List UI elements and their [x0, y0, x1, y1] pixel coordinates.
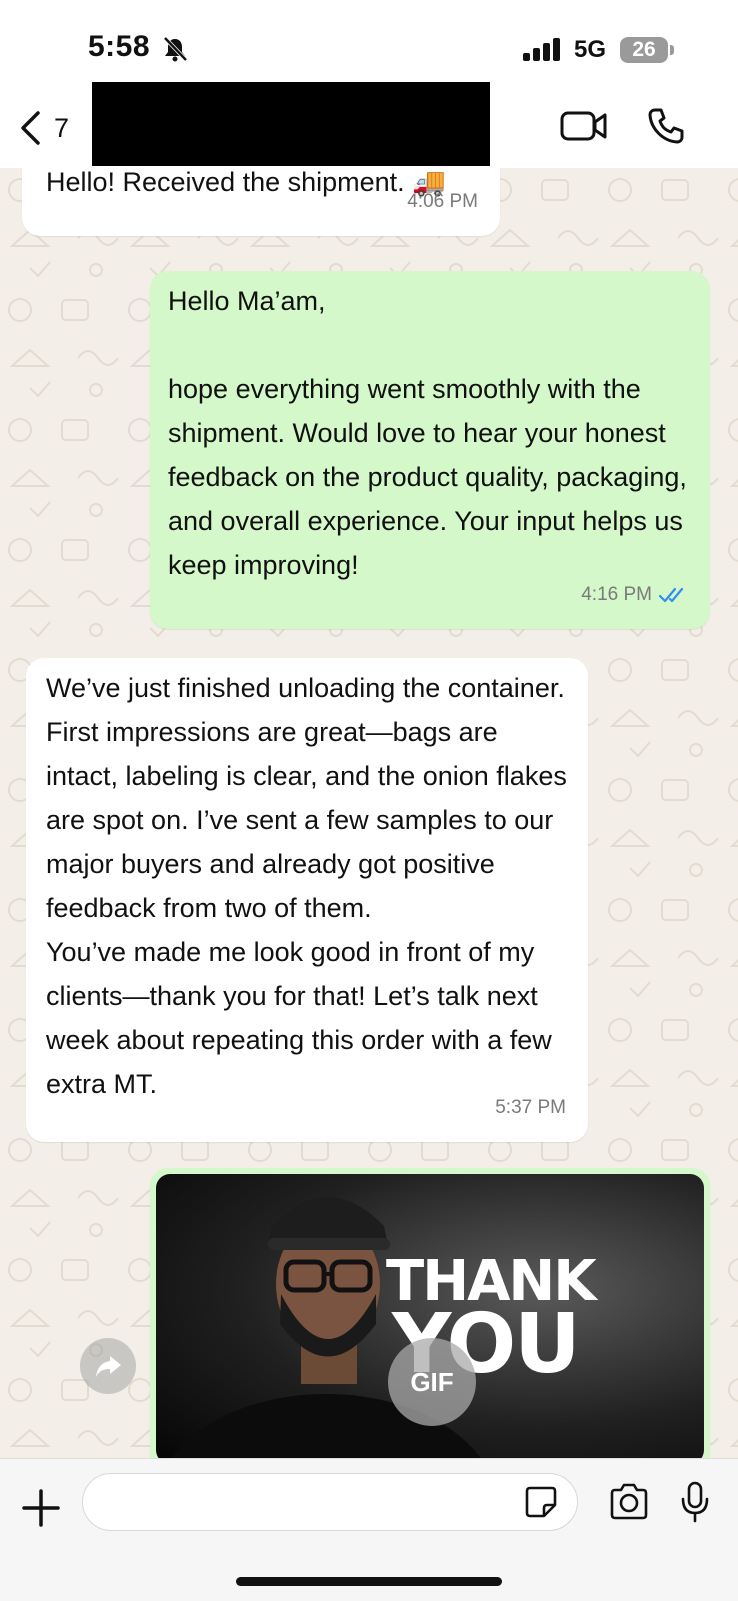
gif-message-outgoing[interactable]: THANK YOU GIF — [150, 1168, 710, 1458]
message-input[interactable] — [82, 1473, 578, 1531]
forward-icon — [96, 1356, 121, 1377]
message-bubble-outgoing[interactable]: Hello Ma’am, hope everything went smooth… — [150, 271, 710, 629]
message-bubble-incoming[interactable]: We’ve just finished unloading the contai… — [26, 658, 588, 1142]
phone-icon[interactable] — [646, 106, 686, 146]
chat-area[interactable]: Hello! Received the shipment. 🚚 4:06 PM … — [0, 168, 738, 1458]
battery-indicator: 26 — [620, 37, 668, 63]
message-meta: 4:06 PM — [407, 180, 478, 224]
network-type: 5G — [574, 36, 607, 63]
home-indicator[interactable] — [236, 1577, 502, 1586]
battery-tip — [670, 45, 674, 55]
forward-button[interactable] — [80, 1338, 136, 1394]
message-time: 4:06 PM — [407, 191, 478, 212]
microphone-icon[interactable] — [680, 1481, 710, 1523]
gif-play-badge[interactable]: GIF — [388, 1338, 476, 1426]
chat-header: 7 — [0, 82, 738, 169]
message-text: Hello Ma’am, hope everything went smooth… — [168, 286, 687, 580]
message-meta: 5:37 PM — [495, 1086, 566, 1130]
camera-icon[interactable] — [608, 1483, 650, 1521]
message-bubble-incoming[interactable]: Hello! Received the shipment. 🚚 4:06 PM — [22, 168, 500, 236]
contact-name-redacted[interactable] — [92, 82, 490, 166]
double-check-icon — [658, 587, 684, 603]
sticker-icon[interactable] — [524, 1485, 558, 1519]
status-bar: 5:58 5G 26 — [0, 0, 738, 82]
chevron-left-icon — [21, 111, 40, 145]
message-text: We’ve just finished unloading the contai… — [46, 673, 567, 1099]
status-time: 5:58 — [88, 30, 151, 63]
gif-preview[interactable]: THANK YOU GIF — [156, 1174, 704, 1458]
composer-bar — [0, 1458, 738, 1601]
signal-icon — [523, 38, 560, 61]
message-meta: 4:16 PM — [581, 573, 688, 617]
unread-chats-count: 7 — [54, 112, 70, 143]
message-time: 5:37 PM — [495, 1097, 566, 1118]
plus-icon[interactable] — [20, 1487, 62, 1529]
video-call-icon[interactable] — [560, 108, 608, 144]
message-time: 4:16 PM — [581, 584, 652, 605]
message-text: Hello! Received the shipment. 🚚 — [46, 168, 446, 197]
back-button[interactable]: 7 — [18, 108, 88, 148]
mute-icon — [163, 36, 188, 62]
